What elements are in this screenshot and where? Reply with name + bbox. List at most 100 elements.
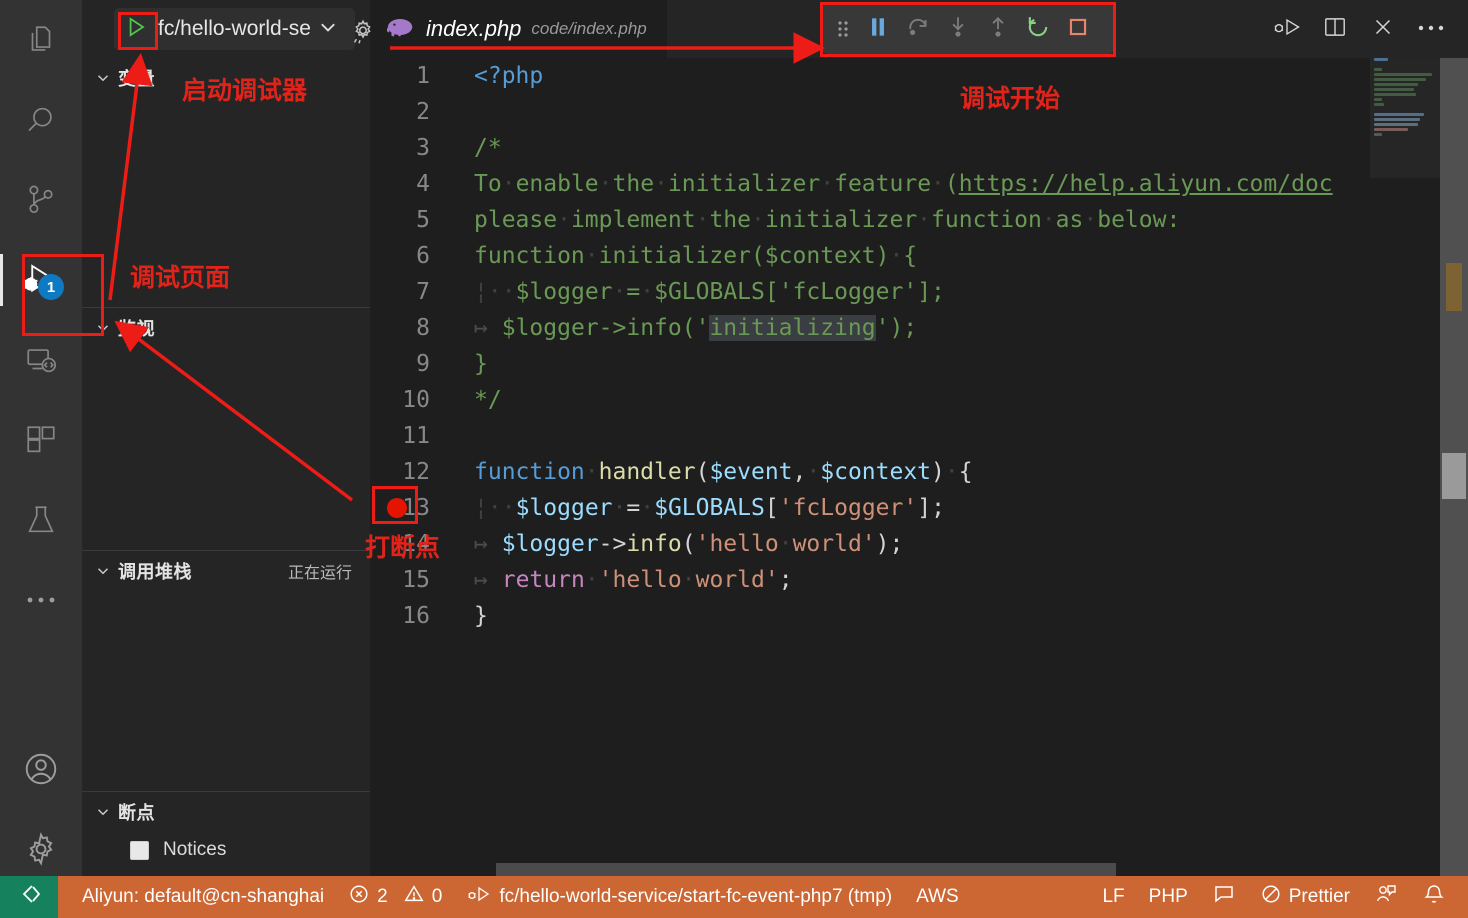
tab-label: index.php xyxy=(426,16,522,41)
section-call-stack[interactable]: 调用堆栈 正在运行 xyxy=(82,550,370,590)
code-line[interactable]: 5 please·implement·the·initializer·functi… xyxy=(370,202,1468,238)
sidebar-item-search[interactable] xyxy=(0,80,82,160)
close-editor-button[interactable] xyxy=(1362,8,1404,50)
sidebar-item-testing[interactable] xyxy=(0,480,82,560)
start-debugging-button[interactable] xyxy=(114,8,158,50)
code-line[interactable]: 9} xyxy=(370,346,1468,382)
pause-icon xyxy=(865,14,891,45)
editor-minimap[interactable] xyxy=(1370,58,1440,889)
search-icon xyxy=(24,103,58,137)
split-editor-button[interactable] xyxy=(1314,8,1356,50)
ellipsis-icon xyxy=(1416,20,1446,38)
annotation-start-debugger: 启动调试器 xyxy=(182,77,308,105)
breakpoint-marker[interactable] xyxy=(382,490,412,526)
line-number: 11 xyxy=(402,423,430,449)
sidebar-item-explorer[interactable] xyxy=(0,0,82,80)
call-stack-body xyxy=(82,590,370,791)
status-problems[interactable]: 2 0 xyxy=(336,876,454,918)
remote-indicator-button[interactable] xyxy=(0,876,58,918)
status-prettier[interactable]: Prettier xyxy=(1248,876,1362,918)
eol-label: LF xyxy=(1102,886,1125,907)
watch-body xyxy=(82,347,370,550)
code-line[interactable]: 16} xyxy=(370,598,1468,634)
activity-bar: 1 xyxy=(0,0,82,889)
code-line[interactable]: 14 ↦ $logger->info('hello·world'); xyxy=(370,526,1468,562)
activity-more-actions[interactable] xyxy=(0,560,82,640)
sidebar-item-source-control[interactable] xyxy=(0,160,82,240)
line-number: 12 xyxy=(402,459,430,485)
scrollbar-cursor-marker xyxy=(1442,453,1466,499)
run-configuration-label[interactable]: fc/hello-world-se xyxy=(158,17,317,41)
debug-restart-button[interactable] xyxy=(1018,9,1058,49)
code-line[interactable]: 12 function·handler($event,·$context)·{ xyxy=(370,454,1468,490)
code-line[interactable]: 2 xyxy=(370,94,1468,130)
live-share-icon xyxy=(1374,882,1398,912)
section-breakpoints[interactable]: 断点 xyxy=(82,791,370,831)
line-content: ↦ $logger->info('initializing'); xyxy=(474,315,918,341)
chevron-down-icon xyxy=(92,67,114,89)
code-editor[interactable]: 1 <?php 2 3 /* 4 To·enable·the·initializer·fea… xyxy=(370,58,1468,889)
status-live-share[interactable] xyxy=(1362,876,1410,918)
code-line[interactable]: 3 /* xyxy=(370,130,1468,166)
section-breakpoints-label: 断点 xyxy=(118,802,155,823)
code-lines: 1 <?php 2 3 /* 4 To·enable·the·initializer·fea… xyxy=(370,58,1468,634)
debug-session-label: fc/hello-world-service/start-fc-event-ph… xyxy=(499,886,893,907)
section-variables-label: 变量 xyxy=(118,69,155,89)
editor-more-actions-button[interactable] xyxy=(1410,8,1452,50)
annotation-debug-panel: 调试页面 xyxy=(130,264,231,292)
status-notifications[interactable] xyxy=(1410,876,1468,918)
line-content: /* xyxy=(474,135,502,161)
code-line[interactable]: 11 xyxy=(370,418,1468,454)
beaker-icon xyxy=(24,503,58,537)
minimap-slider[interactable] xyxy=(1370,58,1440,178)
status-debug-session[interactable]: fc/hello-world-service/start-fc-event-ph… xyxy=(454,876,904,918)
status-language-mode[interactable]: PHP xyxy=(1137,876,1200,918)
code-line[interactable]: 8 ↦ $logger->info('initializing'); xyxy=(370,310,1468,346)
editor-group: index.php code/index.php 1 <?php 2 3 /* … xyxy=(370,0,1468,889)
remote-indicator-icon xyxy=(17,883,41,911)
tab-index-php[interactable]: index.php code/index.php xyxy=(370,0,668,58)
debug-badge-count: 1 xyxy=(38,274,64,300)
sidebar-item-extensions[interactable] xyxy=(0,400,82,480)
line-content: ¦··$logger·=·$GLOBALS['fcLogger']; xyxy=(474,495,945,521)
accounts-button[interactable] xyxy=(0,729,82,809)
status-feedback[interactable] xyxy=(1200,876,1248,918)
debug-sidebar: 变量 监视 调用堆栈 正在运行 断点 Notices xyxy=(82,0,370,889)
list-item[interactable]: Notices xyxy=(82,831,370,869)
code-line[interactable]: 7 ¦··$logger·=·$GLOBALS['fcLogger']; xyxy=(370,274,1468,310)
chevron-down-icon[interactable] xyxy=(317,16,349,43)
status-remote-host[interactable]: Aliyun: default@cn-shanghai xyxy=(58,876,336,918)
code-line[interactable]: 4 To·enable·the·initializer·feature·(http… xyxy=(370,166,1468,202)
status-bar: Aliyun: default@cn-shanghai 2 0 fc/hello… xyxy=(0,876,1468,918)
sidebar-item-remote-explorer[interactable] xyxy=(0,320,82,400)
step-out-icon xyxy=(985,14,1011,45)
debug-step-over-button[interactable] xyxy=(898,9,938,49)
drag-handle-icon[interactable] xyxy=(828,9,858,49)
code-line[interactable]: 15 ↦ return·'hello·world'; xyxy=(370,562,1468,598)
status-cloud-provider[interactable]: AWS xyxy=(904,876,971,918)
debug-step-into-button[interactable] xyxy=(938,9,978,49)
section-watch[interactable]: 监视 xyxy=(82,307,370,347)
line-content: To·enable·the·initializer·feature·(https… xyxy=(474,171,1333,197)
sidebar-item-run-and-debug[interactable]: 1 xyxy=(0,240,82,320)
code-line[interactable]: 1 <?php xyxy=(370,58,1468,94)
debug-pause-button[interactable] xyxy=(858,9,898,49)
code-line[interactable]: 6 function·initializer($context)·{ xyxy=(370,238,1468,274)
prettier-label: Prettier xyxy=(1288,886,1350,907)
code-line[interactable]: 10 */ xyxy=(370,382,1468,418)
status-eol[interactable]: LF xyxy=(1090,876,1136,918)
call-stack-status: 正在运行 xyxy=(287,564,352,582)
line-content: function·initializer($context)·{ xyxy=(474,243,918,269)
section-call-stack-label: 调用堆栈 xyxy=(118,561,192,582)
breakpoint-checkbox-notices[interactable] xyxy=(130,840,149,860)
debug-step-out-button[interactable] xyxy=(978,9,1018,49)
open-launch-config-button[interactable] xyxy=(348,16,378,51)
debug-toolbar xyxy=(822,4,1114,54)
debug-stop-button[interactable] xyxy=(1058,9,1098,49)
code-line[interactable]: 13 ¦··$logger·=·$GLOBALS['fcLogger']; xyxy=(370,490,1468,526)
run-php-debug-button[interactable] xyxy=(1266,8,1308,50)
error-count: 2 xyxy=(377,886,388,907)
scrollbar-search-marker xyxy=(1446,263,1462,311)
line-content: please·implement·the·initializer·functio… xyxy=(474,207,1181,233)
editor-vertical-scrollbar[interactable] xyxy=(1440,58,1468,889)
